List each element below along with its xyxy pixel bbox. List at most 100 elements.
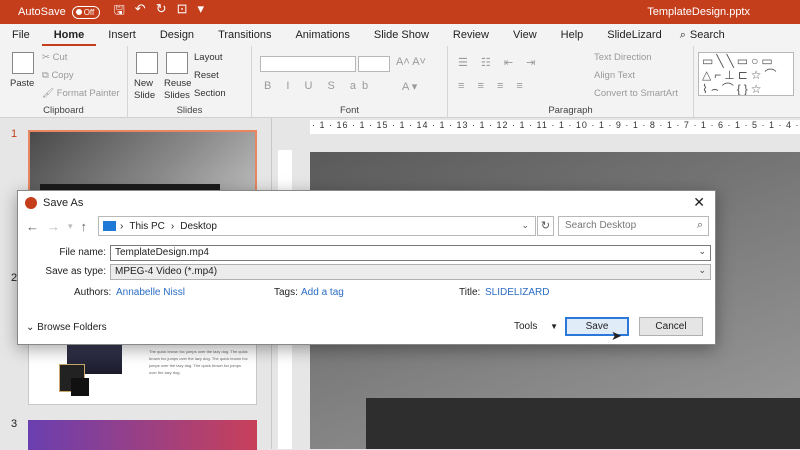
search-icon: ⌕ (696, 219, 703, 231)
new-slide-icon[interactable] (136, 52, 158, 74)
navigation-bar: ← → ▾ ↑ › This PC › Desktop ⌄ ↻ Search D… (18, 216, 715, 236)
convert-smartart-button[interactable]: Convert to SmartArt (594, 88, 678, 99)
slide-dark-panel (366, 398, 800, 449)
chevron-down-icon[interactable]: ⌄ (698, 265, 706, 276)
breadcrumb-desktop[interactable]: Desktop (180, 221, 217, 232)
format-painter-label: Format Painter (56, 88, 120, 99)
refresh-icon[interactable]: ↻ (537, 216, 554, 236)
copy-label: Copy (51, 70, 74, 81)
font-color-icon[interactable]: A ▾ (402, 80, 417, 93)
save-type-select[interactable]: MPEG-4 Video (*.mp4) ⌄ (110, 264, 711, 280)
tools-label: Tools (514, 321, 538, 332)
align-icon[interactable]: ≡ ≡ ≡ ≡ (458, 80, 528, 92)
shapes-gallery[interactable]: ▭╲╲▭○▭ △⌐⊥⊏☆⌒ ⌇⌢⌒{}☆ (698, 52, 794, 96)
authors-value[interactable]: Annabelle Nissl (116, 287, 185, 298)
ribbon: Paste ✂ Cut ⧉ Copy 🖌 Format Painter Clip… (0, 46, 800, 118)
tools-dropdown[interactable]: Tools ▼ (514, 321, 558, 332)
up-arrow-icon[interactable]: ↑ (81, 219, 88, 234)
bullets-icon[interactable]: ☰ ☷ ⇤ ⇥ (458, 56, 540, 69)
address-bar[interactable]: › This PC › Desktop ⌄ (98, 216, 536, 236)
copy-button[interactable]: ⧉ Copy (42, 70, 74, 81)
reset-button[interactable]: Reset (194, 70, 219, 81)
cut-label: Cut (52, 52, 68, 63)
powerpoint-icon (25, 197, 37, 209)
format-painter-button[interactable]: 🖌 Format Painter (42, 88, 120, 99)
tell-me-search[interactable]: ⌕ Search (680, 29, 725, 42)
cut-button[interactable]: ✂ Cut (42, 52, 67, 63)
tab-transitions[interactable]: Transitions (206, 24, 283, 46)
font-size-dropdown[interactable] (358, 56, 390, 72)
tab-slidelizard[interactable]: SlideLizard (595, 24, 673, 46)
slide-thumbnail-3[interactable] (28, 420, 257, 450)
tab-home[interactable]: Home (41, 24, 97, 46)
cancel-button[interactable]: Cancel (639, 317, 703, 336)
save-type-label: Save as type: (45, 266, 106, 277)
font-group-label: Font (339, 105, 359, 116)
tab-design[interactable]: Design (148, 24, 206, 46)
brush-icon: 🖌 (42, 88, 57, 99)
slide-thumbnail-2[interactable]: The quick brown fox jumps over the lazy … (28, 343, 257, 405)
reuse-slides-button[interactable]: Reuse Slides (164, 78, 194, 102)
paragraph-group-label: Paragraph (548, 105, 593, 116)
horizontal-ruler: · 1 · 16 · 1 · 15 · 1 · 14 · 1 · 13 · 1 … (310, 120, 800, 134)
quick-access-toolbar: 🖫 ↶ ↻ ⊡ ▾ (114, 1, 204, 23)
tags-value[interactable]: Add a tag (301, 287, 344, 298)
back-arrow-icon[interactable]: ← (26, 219, 39, 234)
font-name-dropdown[interactable] (260, 56, 356, 72)
slide-number-1: 1 (11, 128, 18, 140)
tab-file[interactable]: File (0, 24, 42, 46)
text-direction-button[interactable]: Text Direction (594, 52, 652, 63)
close-icon[interactable]: ✕ (693, 194, 705, 211)
cut-icon: ✂ (42, 52, 53, 63)
save-as-dialog: Save As ✕ ← → ▾ ↑ › This PC › Desktop ⌄ … (17, 190, 716, 345)
dialog-title-bar: Save As ✕ (18, 191, 715, 215)
search-desktop-input[interactable]: Search Desktop ⌕ (558, 216, 709, 236)
forward-arrow-icon[interactable]: → (47, 219, 60, 234)
title-label: Title: (459, 287, 481, 298)
title-value[interactable]: SLIDELIZARD (485, 287, 549, 298)
paste-button[interactable]: Paste (10, 78, 34, 89)
reuse-slides-icon[interactable] (166, 52, 188, 74)
file-name-input[interactable]: TemplateDesign.mp4 ⌄ (110, 245, 711, 261)
redo-icon[interactable]: ↻ (156, 1, 167, 23)
browse-folders-label: Browse Folders (37, 322, 107, 333)
clipboard-group-label: Clipboard (43, 105, 84, 116)
paragraph-group: ☰ ☷ ⇤ ⇥ ≡ ≡ ≡ ≡ Text Direction Align Tex… (448, 46, 694, 118)
align-text-button[interactable]: Align Text (594, 70, 635, 81)
chevron-down-icon[interactable]: ⌄ (698, 246, 706, 257)
new-slide-button[interactable]: New Slide (134, 78, 164, 102)
font-group: A˄ A˅ B I U S ab A ▾ Font (252, 46, 448, 118)
save-icon[interactable]: 🖫 (114, 1, 125, 23)
chevron-down-icon[interactable]: ⌄ (521, 220, 529, 231)
paste-icon[interactable] (12, 52, 34, 74)
file-name-value: TemplateDesign.mp4 (115, 247, 209, 258)
tab-animations[interactable]: Animations (283, 24, 361, 46)
present-icon[interactable]: ⊡ (177, 1, 188, 23)
chevron-down-icon: ⌄ (26, 322, 38, 333)
browse-folders-toggle[interactable]: ⌄ Browse Folders (26, 322, 107, 333)
tab-home-label: Home (53, 29, 85, 41)
dialog-title: Save As (43, 197, 84, 209)
section-button[interactable]: Section (194, 88, 226, 99)
tab-review[interactable]: Review (441, 24, 501, 46)
recent-locations-icon[interactable]: ▾ (68, 221, 73, 232)
tab-help[interactable]: Help (549, 24, 596, 46)
mouse-cursor-icon: ➤ (611, 328, 622, 343)
slides-group: New Slide Reuse Slides Layout Reset Sect… (128, 46, 252, 118)
layout-button[interactable]: Layout (194, 52, 223, 63)
breadcrumb-this-pc[interactable]: This PC (129, 221, 165, 232)
font-style-buttons[interactable]: B I U S ab (264, 80, 374, 92)
file-name-label: File name: (59, 247, 106, 258)
chevron-right-icon: › (170, 220, 175, 232)
ribbon-tabs: File Home Insert Design Transitions Anim… (0, 24, 800, 46)
tab-insert[interactable]: Insert (96, 24, 148, 46)
font-grow-shrink-icon[interactable]: A˄ A˅ (396, 56, 426, 68)
customize-qat-icon[interactable]: ▾ (198, 1, 205, 23)
tab-slide-show[interactable]: Slide Show (362, 24, 441, 46)
undo-icon[interactable]: ↶ (135, 1, 146, 23)
authors-label: Authors: (74, 287, 112, 298)
tab-view[interactable]: View (501, 24, 549, 46)
autosave-toggle[interactable]: Off (71, 5, 100, 19)
tags-label: Tags: (274, 287, 298, 298)
slide-number-3: 3 (11, 418, 18, 430)
